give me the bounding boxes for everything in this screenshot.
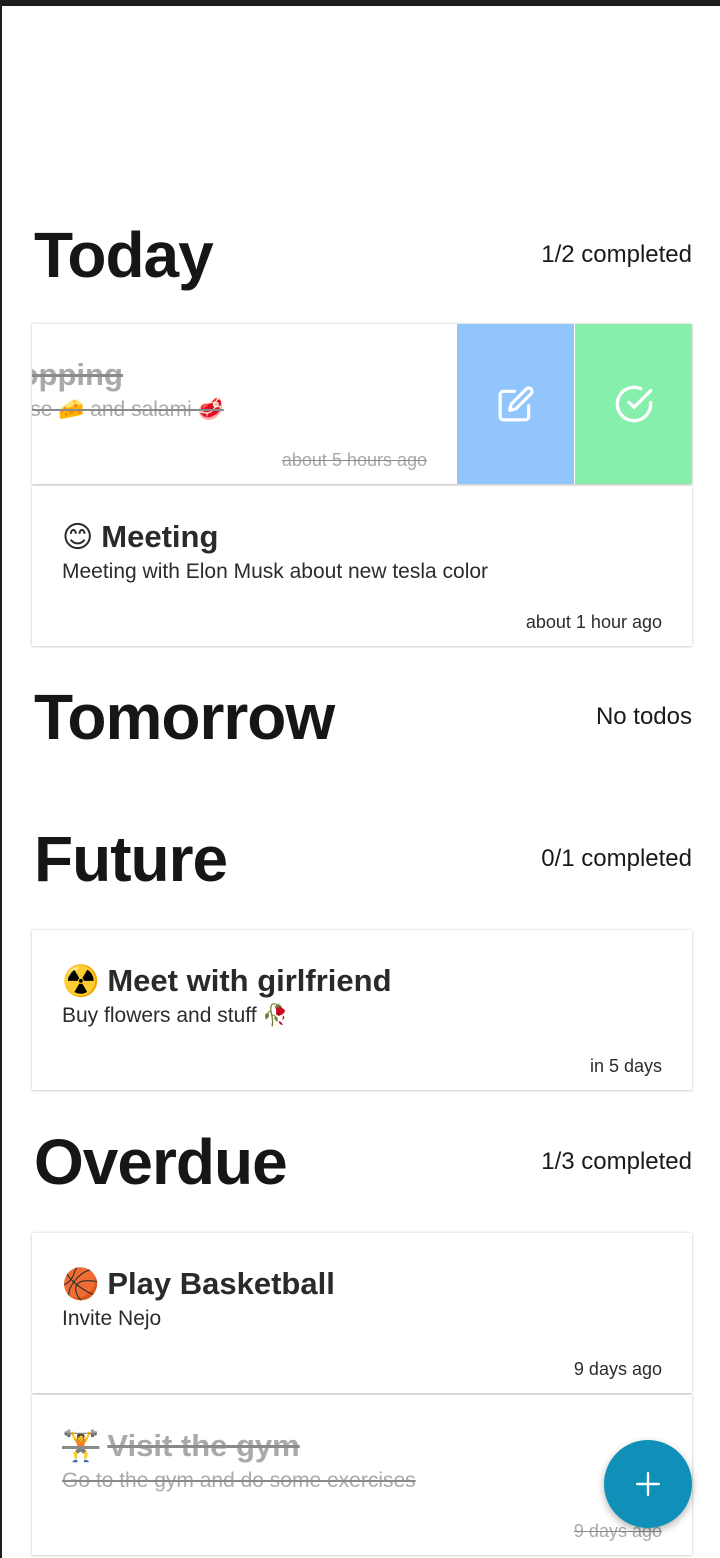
todo-card-meeting[interactable]: 😊 Meeting Meeting with Elon Musk about n…	[32, 486, 692, 646]
section-tomorrow: Tomorrow No todos	[32, 681, 692, 753]
section-status: 1/3 completed	[541, 1148, 692, 1175]
section-title: Overdue	[34, 1126, 288, 1198]
todo-card-gym[interactable]: 🏋️ Visit the gym Go to the gym and do so…	[32, 1395, 692, 1555]
todo-description: Cheese 🧀 and salami 🥩	[32, 398, 224, 421]
todo-time: about 1 hour ago	[525, 612, 662, 632]
smile-emoji-icon: 😊	[62, 520, 94, 554]
todo-card-shopping[interactable]: Shopping Cheese 🧀 and salami 🥩 about 5 h…	[32, 324, 692, 484]
todo-time: about 5 hours ago	[281, 450, 427, 470]
card-content: 🏀 Play Basketball Invite Nejo 9 days ago	[62, 1263, 662, 1393]
top-edge	[2, 0, 720, 6]
card-content: Shopping Cheese 🧀 and salami 🥩 about 5 h…	[32, 354, 427, 484]
todo-title: 🏀 Play Basketball	[62, 1266, 335, 1301]
section-overdue: Overdue 1/3 completed 🏀 Play Basketball …	[32, 1126, 692, 1555]
radioactive-emoji-icon: ☢️	[62, 964, 100, 998]
section-header: Future 0/1 completed	[32, 823, 692, 895]
plus-icon	[635, 1471, 661, 1497]
todo-card-meet-girlfriend[interactable]: ☢️ Meet with girlfriend Buy flowers and …	[32, 930, 692, 1090]
card-content: 🏋️ Visit the gym Go to the gym and do so…	[62, 1425, 662, 1555]
card-content: 😊 Meeting Meeting with Elon Musk about n…	[62, 516, 662, 646]
todo-description: Buy flowers and stuff 🥀	[62, 1004, 289, 1027]
complete-button[interactable]	[575, 324, 692, 484]
check-circle-icon	[615, 385, 652, 423]
todo-title: Shopping	[32, 357, 123, 392]
section-future: Future 0/1 completed ☢️ Meet with girlfr…	[32, 823, 692, 1090]
section-header: Today 1/2 completed	[32, 219, 692, 291]
section-today: Today 1/2 completed Shopping Cheese 🧀 an…	[32, 219, 692, 646]
card-content: ☢️ Meet with girlfriend Buy flowers and …	[62, 960, 662, 1090]
todo-time: 9 days ago	[573, 1359, 662, 1379]
section-title: Today	[34, 219, 214, 291]
section-header: Tomorrow No todos	[32, 681, 692, 753]
todo-description: Invite Nejo	[62, 1307, 162, 1330]
todo-time: in 5 days	[589, 1056, 662, 1076]
section-title: Future	[34, 823, 228, 895]
app-screen: Today 1/2 completed Shopping Cheese 🧀 an…	[0, 0, 720, 1558]
weightlifter-emoji-icon: 🏋️	[62, 1429, 100, 1463]
todo-description: Go to the gym and do some exercises	[62, 1469, 416, 1492]
todo-title: ☢️ Meet with girlfriend	[62, 963, 392, 998]
section-status: 1/2 completed	[541, 241, 692, 268]
add-todo-button[interactable]	[604, 1440, 692, 1528]
section-header: Overdue 1/3 completed	[32, 1126, 692, 1198]
todo-title: 🏋️ Visit the gym	[62, 1428, 300, 1463]
section-title: Tomorrow	[34, 681, 335, 753]
todo-description: Meeting with Elon Musk about new tesla c…	[62, 560, 489, 583]
edit-icon	[498, 386, 534, 422]
todo-title: 😊 Meeting	[62, 519, 219, 554]
todo-card-basketball[interactable]: 🏀 Play Basketball Invite Nejo 9 days ago	[32, 1233, 692, 1393]
basketball-emoji-icon: 🏀	[62, 1267, 100, 1301]
section-status: 0/1 completed	[541, 845, 692, 872]
section-status: No todos	[595, 703, 692, 730]
edit-button[interactable]	[457, 324, 574, 484]
